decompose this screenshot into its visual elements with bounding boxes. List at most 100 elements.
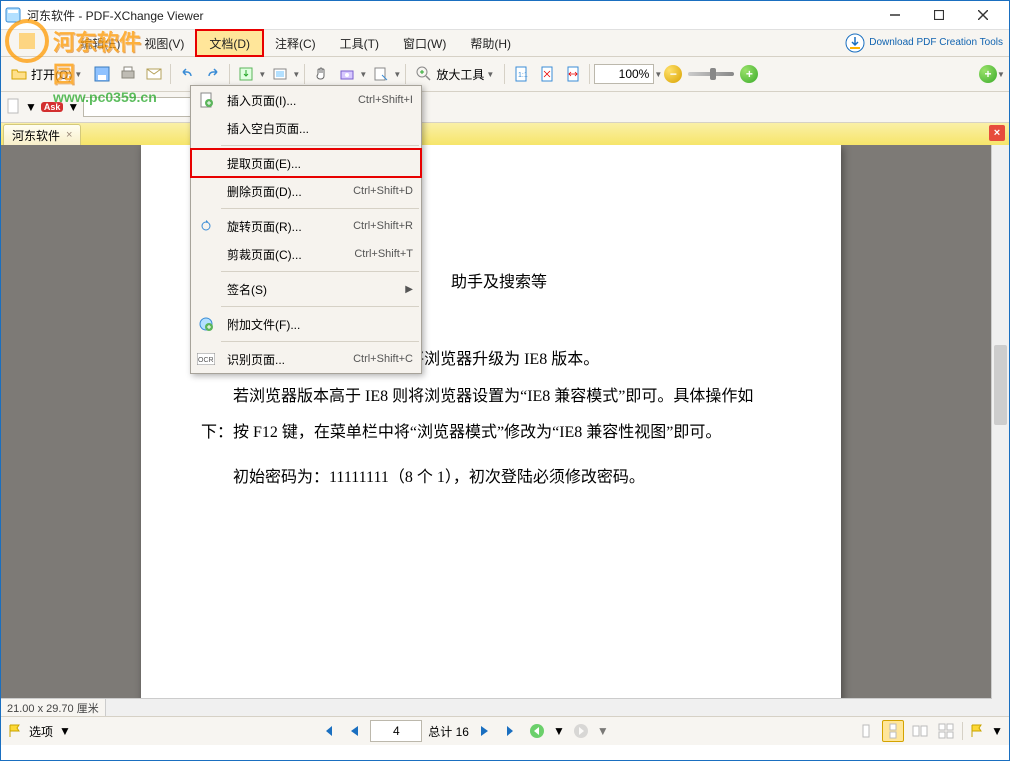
chevron-down-icon[interactable]: ▼ (67, 100, 79, 114)
menu-view[interactable]: 视图(V) (132, 30, 196, 56)
zoom-slider[interactable] (688, 72, 734, 76)
menu-delete-pages[interactable]: 删除页面(D)... Ctrl+Shift+D (191, 177, 421, 205)
page-actual-icon: 1:1 (513, 66, 529, 82)
nav-forward-button[interactable] (571, 721, 591, 741)
chevron-down-icon[interactable]: ▼ (25, 100, 37, 114)
minimize-button[interactable] (873, 2, 917, 29)
chevron-right-icon: ▶ (399, 284, 413, 295)
page-dimensions: 21.00 x 29.70 厘米 (1, 699, 106, 716)
zoom-tool[interactable]: 放大工具 ▼ (410, 62, 500, 86)
menu-document[interactable]: 文档(D) (196, 30, 263, 56)
ocr-icon: OCR (197, 353, 215, 365)
save-button[interactable] (90, 62, 114, 86)
chevron-down-icon[interactable]: ▼ (654, 70, 662, 79)
chevron-down-icon[interactable]: ▼ (997, 70, 1005, 79)
hand-tool[interactable] (309, 62, 333, 86)
new-doc-button[interactable] (5, 98, 21, 117)
layout-facing-button[interactable] (910, 721, 930, 741)
menu-attachments[interactable]: 附加文件(F)... (191, 310, 421, 338)
mail-icon (146, 66, 162, 82)
menu-insert-pages[interactable]: 插入页面(I)... Ctrl+Shift+I (191, 86, 421, 114)
snapshot-tool[interactable] (335, 62, 359, 86)
minimize-icon (890, 10, 900, 20)
select-tool[interactable] (369, 62, 393, 86)
open-button[interactable]: 打开(O) ▼ (5, 62, 88, 86)
nav-back-button[interactable] (527, 721, 547, 741)
scan-button[interactable] (268, 62, 292, 86)
chevron-down-icon[interactable]: ▼ (393, 70, 401, 79)
next-icon (479, 724, 491, 738)
layout-single-icon (858, 723, 874, 739)
undo-button[interactable] (175, 62, 199, 86)
svg-text:1:1: 1:1 (518, 72, 528, 79)
menu-edit[interactable]: 编辑(E) (68, 30, 132, 56)
maximize-button[interactable] (917, 2, 961, 29)
menu-help[interactable]: 帮助(H) (458, 30, 523, 56)
folder-open-icon (11, 66, 27, 82)
redo-icon (205, 66, 221, 82)
close-icon (978, 10, 988, 20)
menu-crop-pages[interactable]: 剪裁页面(C)... Ctrl+Shift+T (191, 240, 421, 268)
tab-close-icon[interactable]: × (66, 129, 72, 141)
document-viewport: 助手及搜索等 若浏览器版本低于 IE8 请将浏览器升级为 IE8 版本。 若浏览… (1, 145, 1009, 716)
download-pdf-tools[interactable]: Download PDF Creation Tools (845, 30, 1003, 56)
menu-signatures[interactable]: 签名(S) ▶ (191, 275, 421, 303)
menubar: 文件(F) 编辑(E) 视图(V) 文档(D) 注释(C) 工具(T) 窗口(W… (1, 30, 1009, 57)
chevron-down-icon[interactable]: ▼ (597, 724, 609, 738)
chevron-down-icon[interactable]: ▼ (991, 724, 1003, 738)
chevron-down-icon[interactable]: ▼ (553, 724, 565, 738)
menu-ocr[interactable]: OCR 识别页面... Ctrl+Shift+C (191, 345, 421, 373)
close-all-tabs[interactable]: × (989, 125, 1005, 141)
add-button[interactable]: + (979, 65, 997, 83)
layout-continuous-button[interactable] (882, 720, 904, 742)
email-button[interactable] (142, 62, 166, 86)
zoom-in-button[interactable]: + (740, 65, 758, 83)
titlebar: 河东软件 - PDF-XChange Viewer (1, 1, 1009, 30)
first-page-button[interactable] (318, 721, 338, 741)
document-tab[interactable]: 河东软件 × (3, 124, 81, 145)
layout-single-button[interactable] (856, 721, 876, 741)
chevron-down-icon[interactable]: ▼ (59, 724, 71, 738)
zoom-input[interactable] (594, 64, 654, 84)
export-button[interactable] (234, 62, 258, 86)
menu-insert-blank[interactable]: 插入空白页面... (191, 114, 421, 142)
menu-rotate-pages[interactable]: 旋转页面(R)... Ctrl+Shift+R (191, 212, 421, 240)
layout-facing-cont-icon (937, 723, 955, 739)
fit-width-icon (565, 66, 581, 82)
zoom-out-button[interactable]: − (664, 65, 682, 83)
vertical-scrollbar[interactable] (991, 145, 1009, 716)
menu-window[interactable]: 窗口(W) (391, 30, 458, 56)
document-menu: 插入页面(I)... Ctrl+Shift+I 插入空白页面... 提取页面(E… (190, 85, 422, 374)
save-icon (94, 66, 110, 82)
chevron-down-icon[interactable]: ▼ (359, 70, 367, 79)
chevron-down-icon[interactable]: ▼ (292, 70, 300, 79)
rotate-icon (198, 218, 214, 234)
redo-button[interactable] (201, 62, 225, 86)
last-page-button[interactable] (501, 721, 521, 741)
next-page-button[interactable] (475, 721, 495, 741)
menu-comments[interactable]: 注释(C) (263, 30, 328, 56)
close-button[interactable] (961, 2, 1005, 29)
layout-facing-continuous-button[interactable] (936, 721, 956, 741)
secondary-toolbar: ▼ Ask ▼ (1, 92, 1009, 123)
print-button[interactable] (116, 62, 140, 86)
page-icon (5, 98, 21, 114)
main-toolbar: 打开(O) ▼ ▼ ▼ ▼ ▼ 放大工具 ▼ 1:1 ▼ − (1, 57, 1009, 92)
horizontal-scrollbar-area: 21.00 x 29.70 厘米 (1, 698, 992, 716)
options-button[interactable]: 选项 (29, 723, 53, 740)
prev-page-button[interactable] (344, 721, 364, 741)
flag-icon (7, 723, 23, 739)
fit-width-button[interactable] (561, 62, 585, 86)
undo-icon (179, 66, 195, 82)
flag-icon[interactable] (969, 723, 985, 739)
download-icon (845, 33, 865, 53)
page-number-input[interactable] (370, 720, 422, 742)
menu-extract-pages[interactable]: 提取页面(E)... (191, 149, 421, 177)
chevron-down-icon[interactable]: ▼ (258, 70, 266, 79)
layout-facing-icon (911, 723, 929, 739)
ask-toolbar-button[interactable]: Ask (41, 102, 64, 112)
fit-page-button[interactable] (535, 62, 559, 86)
svg-text:OCR: OCR (198, 357, 214, 364)
menu-tools[interactable]: 工具(T) (328, 30, 391, 56)
actual-size-button[interactable]: 1:1 (509, 62, 533, 86)
